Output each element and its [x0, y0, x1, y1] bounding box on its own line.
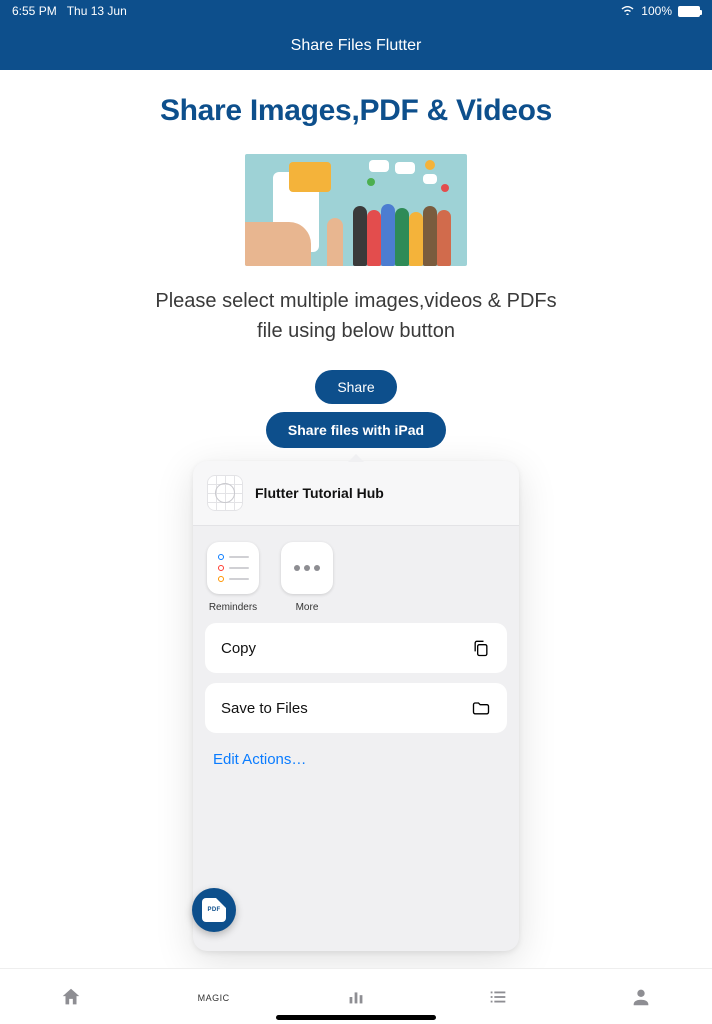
nav-magic[interactable]: MAGIC — [142, 991, 284, 1003]
share-with-ipad-button[interactable]: Share files with iPad — [266, 412, 446, 448]
nav-list[interactable] — [427, 986, 569, 1008]
status-bar: 6:55 PM Thu 13 Jun 100% — [0, 0, 712, 22]
source-app-icon — [207, 475, 243, 511]
share-app-label: Reminders — [209, 602, 257, 613]
battery-icon — [678, 6, 700, 17]
action-label: Copy — [221, 640, 256, 657]
more-icon — [281, 542, 333, 594]
app-title: Share Files Flutter — [291, 37, 422, 55]
person-icon — [630, 986, 652, 1008]
list-icon — [487, 986, 509, 1008]
popover-arrow-icon — [348, 454, 364, 462]
edit-actions-link[interactable]: Edit Actions… — [193, 745, 519, 774]
wifi-icon — [620, 4, 635, 18]
action-label: Save to Files — [221, 700, 308, 717]
nav-chart[interactable] — [285, 986, 427, 1008]
nav-home[interactable] — [0, 986, 142, 1008]
share-target-more[interactable]: More — [279, 542, 335, 613]
instruction-text: Please select multiple images,videos & P… — [146, 286, 566, 346]
share-source-title: Flutter Tutorial Hub — [255, 485, 384, 501]
folder-icon — [471, 698, 491, 718]
status-time: 6:55 PM — [12, 4, 57, 18]
nav-label: MAGIC — [198, 993, 230, 1003]
share-target-reminders[interactable]: Reminders — [205, 542, 261, 613]
reminders-icon — [207, 542, 259, 594]
battery-percentage: 100% — [641, 4, 672, 18]
pdf-icon: PDF — [202, 898, 226, 922]
share-sheet: Flutter Tutorial Hub Reminders — [193, 461, 519, 951]
page-heading: Share Images,PDF & Videos — [0, 94, 712, 128]
share-apps-row: Reminders More — [193, 526, 519, 623]
app-bar: Share Files Flutter — [0, 22, 712, 70]
action-save-to-files[interactable]: Save to Files — [205, 683, 507, 733]
action-copy[interactable]: Copy — [205, 623, 507, 673]
status-date: Thu 13 Jun — [67, 4, 127, 18]
nav-profile[interactable] — [570, 986, 712, 1008]
home-indicator[interactable] — [276, 1015, 436, 1020]
share-sheet-header: Flutter Tutorial Hub — [193, 461, 519, 526]
pdf-fab[interactable]: PDF — [192, 888, 236, 932]
copy-icon — [471, 638, 491, 658]
hero-illustration — [245, 154, 467, 266]
chart-icon — [345, 986, 367, 1008]
share-app-label: More — [296, 602, 319, 613]
home-icon — [60, 986, 82, 1008]
share-button[interactable]: Share — [315, 370, 396, 404]
pdf-label: PDF — [208, 907, 221, 913]
